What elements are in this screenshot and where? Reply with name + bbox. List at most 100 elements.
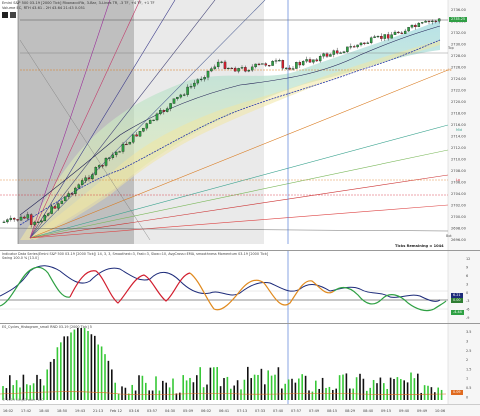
histogram-bar [148,390,150,400]
candle [322,52,325,59]
candle [414,23,417,30]
candle [12,217,16,222]
time-axis-label: 07:13 [237,409,247,413]
osc-info-2: Swing 100.0 % [13.0] [2,256,39,260]
time-axis-label: 18:50 [57,409,68,413]
osc-axis-label: 9 [466,266,468,270]
candle [363,42,366,46]
time-axis-label: 09:15 [381,409,391,413]
price-axis-label: 2700.00 [451,215,467,219]
oscillator-chart[interactable]: 12 9 6 3 0 -3 -6 -9 [0,251,480,323]
candle [410,24,414,29]
histogram-bar [53,359,55,400]
osc-badge-zero: 0.00 [451,298,463,303]
histogram-bar [383,383,385,400]
price-panel[interactable]: 2736.002734.002732.002730.002728.002726.… [0,0,480,250]
time-axis-labels: 16:02 17:42 18:40 18:50 19:43 21:13 Feb 12 03:1… [3,409,446,413]
histogram-bar [389,377,392,400]
level-label-lo: Lo [456,178,460,182]
histogram-bar [352,388,354,400]
time-axis-label: 08:40 [363,409,374,413]
price-axis-label: 2704.00 [451,192,467,196]
osc-axis-label: 3 [466,282,468,286]
histogram-bar [223,378,225,400]
time-axis-label: 06:02 [201,409,211,413]
candle [298,60,302,68]
candle [393,30,397,35]
candle [261,63,264,65]
histogram-bar [270,375,273,400]
candle [403,28,407,34]
price-axis-label: 2702.00 [451,204,467,208]
osc-axis-label: 6 [466,274,468,278]
histogram-bar [189,377,191,400]
candle [356,44,359,49]
time-axis-label: 16:02 [3,409,13,413]
histogram-bar [39,379,42,400]
histogram-bar [294,382,297,400]
candle [278,58,281,62]
candle [349,43,353,50]
candle [352,44,356,48]
histogram-bar [121,386,123,400]
histogram-bar [301,374,303,400]
price-axis-label: 2712.00 [451,146,467,150]
histogram-bar [315,380,317,400]
histogram-bar [250,378,252,400]
histogram-bar [236,380,239,400]
oscillator-panel[interactable]: 12 9 6 3 0 -3 -6 -9 Indicator Data Series(Emini… [0,251,480,323]
histogram-bar [355,377,358,400]
time-axis-label: 09:40 [399,409,410,413]
histogram-bar [226,376,229,400]
histogram-bar [287,379,290,400]
crosshair-icon[interactable] [10,12,16,18]
pencil-icon[interactable] [2,12,8,18]
price-axis: 2736.002734.002732.002730.002728.002726.… [451,8,467,242]
candle [271,60,274,66]
price-panel-info-1: Emini S&P 500 03-19 [2000 Tick] Fibonacc… [2,1,155,5]
level-label-bot: Bot [446,234,452,238]
hist-axis-label: 1 [466,377,468,381]
price-axis-label: 2724.00 [451,77,467,81]
histogram-bar [430,387,433,400]
histogram-bar [90,334,93,400]
histogram-bar [175,393,178,400]
histogram-bar [349,388,351,400]
histogram-bar [100,346,103,400]
candle [312,59,315,65]
histogram-bar [199,367,201,400]
price-axis-label: 2736.00 [451,8,467,12]
histogram-chart[interactable]: 3.5 3 2.5 2 1.5 1 0.5 0 [0,324,480,404]
candle [339,51,342,54]
candle [94,166,98,176]
histogram-bar [338,375,341,400]
histogram-bar [332,389,334,400]
histogram-bar [284,383,286,400]
histogram-bar [274,374,276,400]
histogram-bar [77,328,79,400]
hist-info-1: ES_Cycles_Histogram_small RND 03-19 [200… [2,325,92,329]
time-axis-label: 05:09 [183,409,194,413]
time-axis[interactable]: 16:02 17:42 18:40 18:50 19:43 21:13 Feb 12 03:1… [0,404,480,416]
hist-axis-label: 3.5 [466,330,471,334]
histogram-bar [168,387,171,400]
histogram-bar [107,360,110,400]
histogram-panel[interactable]: 3.5 3 2.5 2 1.5 1 0.5 0 ES_Cycles_Histogram_sma… [0,324,480,404]
candle [376,35,380,39]
histogram-bar [80,328,82,400]
price-chart[interactable]: 2736.002734.002732.002730.002728.002726.… [0,0,480,250]
price-axis-label: 2728.00 [451,54,467,58]
histogram-bar [253,374,256,400]
candle [359,42,363,47]
histogram-bar [396,377,399,400]
candle [383,34,387,42]
candle [295,61,298,69]
candle [305,56,308,64]
histogram-bar [434,392,436,400]
candle [63,196,67,202]
price-axis-label: 2714.00 [451,135,467,139]
histogram-bar [111,369,113,400]
osc-axis-label: -3 [466,299,469,303]
histogram-bar [304,375,307,400]
histogram-bar [213,367,215,400]
